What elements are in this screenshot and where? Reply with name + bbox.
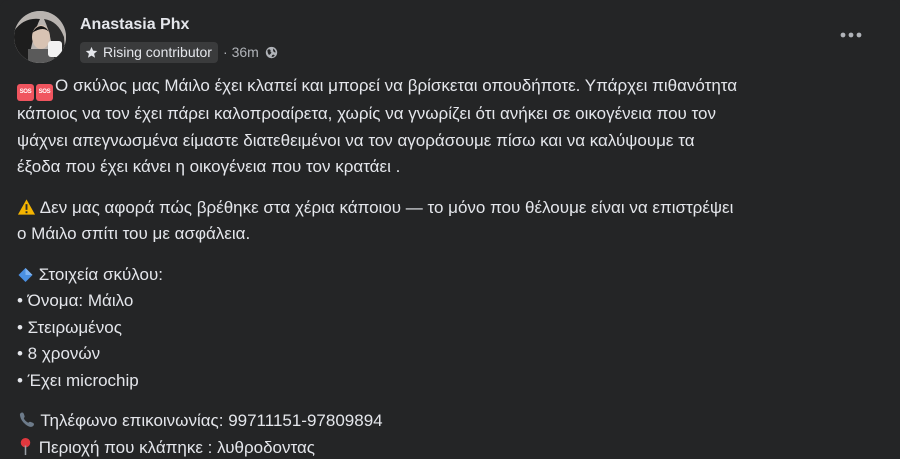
detail-item: • Έχει microchip bbox=[17, 370, 139, 390]
globe-icon[interactable] bbox=[265, 46, 278, 59]
author-avatar[interactable] bbox=[14, 11, 66, 63]
post-timestamp[interactable]: 36m bbox=[232, 44, 259, 60]
body-line: ο Μάιλο σπίτι του με ασφάλεια. bbox=[17, 224, 251, 243]
author-name[interactable]: Anastasia Phx bbox=[80, 16, 189, 34]
phone-text: Τηλέφωνο επικοινωνίας: 99711151-97809894 bbox=[40, 411, 383, 430]
location-text: Περιοχή που κλάπηκε : λυθροδοντας bbox=[38, 437, 315, 457]
rising-contributor-badge[interactable]: Rising contributor bbox=[80, 41, 218, 63]
detail-item: • Στειρωμένος bbox=[17, 317, 122, 337]
badge-label: Rising contributor bbox=[103, 44, 212, 60]
blue-diamond-icon bbox=[18, 267, 33, 282]
dog-details: Στοιχεία σκύλου: • Όνομα: Μάιλο • Στειρω… bbox=[17, 262, 887, 395]
details-heading-text: Στοιχεία σκύλου: bbox=[38, 264, 163, 284]
post-meta: Rising contributor · 36m bbox=[80, 41, 278, 63]
body-text: Δεν μας αφορά πώς βρέθηκε στα χέρια κάπο… bbox=[39, 197, 734, 217]
ellipsis-icon bbox=[840, 32, 862, 38]
warning-icon bbox=[17, 198, 36, 215]
phone-line: Τηλέφωνο επικοινωνίας: 99711151-97809894 bbox=[17, 408, 887, 435]
body-line: έξοδα που έχει κάνει η οικογένεια που το… bbox=[17, 157, 401, 176]
paragraph-stolen: SOS SOS Ο σκύλος μας Μάιλο έχει κλαπεί και… bbox=[17, 73, 887, 181]
meta-separator: · bbox=[222, 44, 228, 60]
body-line: κάποιος να τον έχει πάρει καλοπροαίρετα,… bbox=[17, 104, 716, 123]
avatar-photo bbox=[14, 11, 66, 63]
more-options-button[interactable] bbox=[836, 23, 866, 47]
body-line: SOS SOS Ο σκύλος μας Μάιλο έχει κλαπεί και… bbox=[17, 73, 887, 101]
facebook-post: Anastasia Phx Rising contributor · 36m S… bbox=[0, 0, 900, 459]
contact-info: Τηλέφωνο επικοινωνίας: 99711151-97809894… bbox=[17, 408, 887, 459]
body-line: ψάχνει απεγνωσμένα είμαστε διατεθειμένοι… bbox=[17, 130, 695, 150]
pin-icon bbox=[20, 437, 31, 455]
location-line: Περιοχή που κλάπηκε : λυθροδοντας bbox=[17, 435, 887, 459]
sos-icon: SOS bbox=[36, 84, 53, 101]
body-line: Δεν μας αφορά πώς βρέθηκε στα χέρια κάπο… bbox=[17, 195, 887, 222]
post-header: Anastasia Phx Rising contributor · 36m bbox=[14, 11, 886, 67]
paragraph-return: Δεν μας αφορά πώς βρέθηκε στα χέρια κάπο… bbox=[17, 195, 887, 248]
body-text: Ο σκύλος μας Μάιλο έχει κλαπεί και μπορε… bbox=[55, 76, 738, 95]
detail-item: • Όνομα: Μάιλο bbox=[17, 291, 134, 310]
star-icon bbox=[85, 46, 98, 58]
details-heading: Στοιχεία σκύλου: bbox=[17, 262, 887, 289]
sos-icon: SOS bbox=[17, 84, 34, 101]
detail-item: • 8 χρονών bbox=[17, 344, 101, 363]
post-body: SOS SOS Ο σκύλος μας Μάιλο έχει κλαπεί και… bbox=[17, 73, 887, 459]
phone-icon bbox=[19, 412, 34, 427]
